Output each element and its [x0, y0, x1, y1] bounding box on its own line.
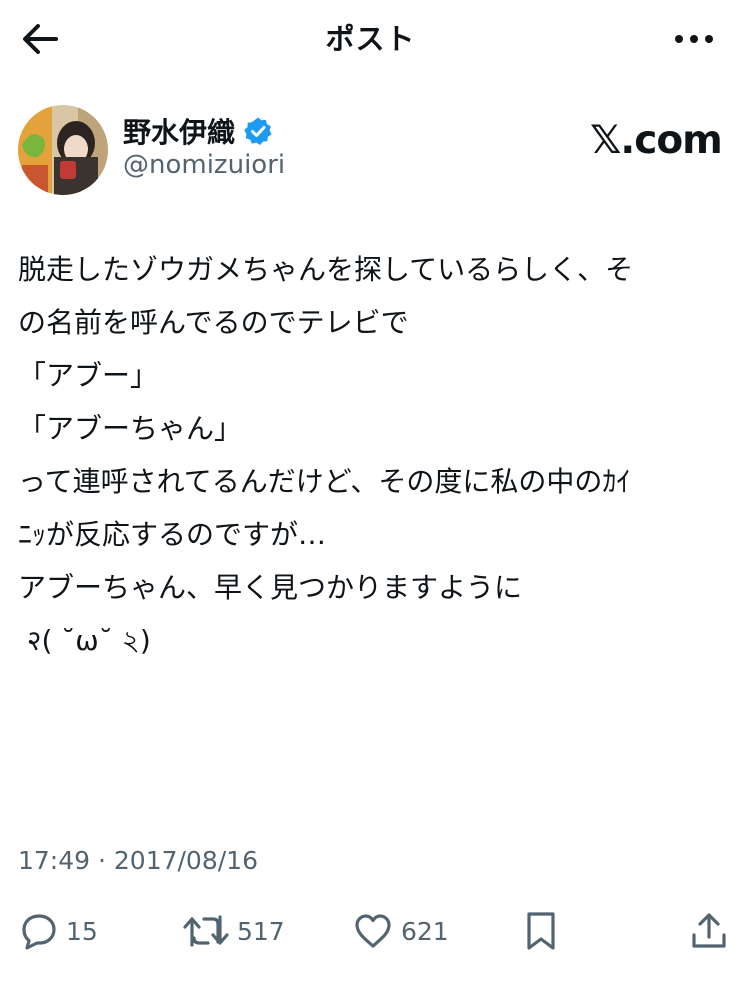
like-count: 621: [401, 916, 449, 946]
post-line: ﾆｯが反応するのですが…: [18, 518, 327, 551]
avatar-image: [18, 105, 108, 195]
x-com-watermark: 𝕏.com: [590, 118, 723, 163]
post-line: って連呼されてるんだけど、その度に私の中のｶｲ: [18, 465, 631, 498]
heart-icon: [355, 914, 391, 948]
post-line: の名前を呼んでるのでテレビで: [18, 306, 409, 339]
bookmark-button[interactable]: [524, 907, 558, 955]
author-handle[interactable]: @nomizuiori: [123, 150, 285, 180]
repost-icon: [183, 915, 229, 947]
reply-button[interactable]: 15: [20, 907, 98, 955]
post-body: 脱走したゾウガメちゃんを探しているらしく、そ の名前を呼んでるのでテレビで 「ア…: [18, 243, 728, 667]
post-line: 脱走したゾウガメちゃんを探しているらしく、そ: [18, 253, 634, 286]
reply-count: 15: [66, 916, 98, 946]
like-button[interactable]: 621: [353, 907, 449, 955]
author-name-row: 野水伊織: [123, 112, 273, 150]
share-button[interactable]: [690, 907, 728, 955]
post-line: アブーちゃん、早く見つかりますように: [18, 571, 523, 604]
post-line: २( ˘ω˘ ২): [18, 624, 151, 657]
more-horizontal-icon: [675, 35, 713, 43]
author-name[interactable]: 野水伊織: [123, 111, 235, 151]
bookmark-icon: [527, 912, 555, 950]
page-title: ポスト: [325, 22, 416, 56]
share-icon: [692, 913, 726, 948]
repost-count: 517: [237, 916, 285, 946]
avatar[interactable]: [18, 105, 108, 195]
post-timestamp[interactable]: 17:49 · 2017/08/16: [18, 846, 258, 875]
more-button[interactable]: [670, 24, 718, 54]
repost-button[interactable]: 517: [183, 907, 285, 955]
verified-badge-icon: [244, 117, 272, 145]
top-bar: ポスト: [0, 0, 741, 76]
reply-icon: [22, 914, 56, 950]
post-line: 「アブーちゃん」: [18, 412, 243, 445]
post-line: 「アブー」: [18, 359, 159, 392]
